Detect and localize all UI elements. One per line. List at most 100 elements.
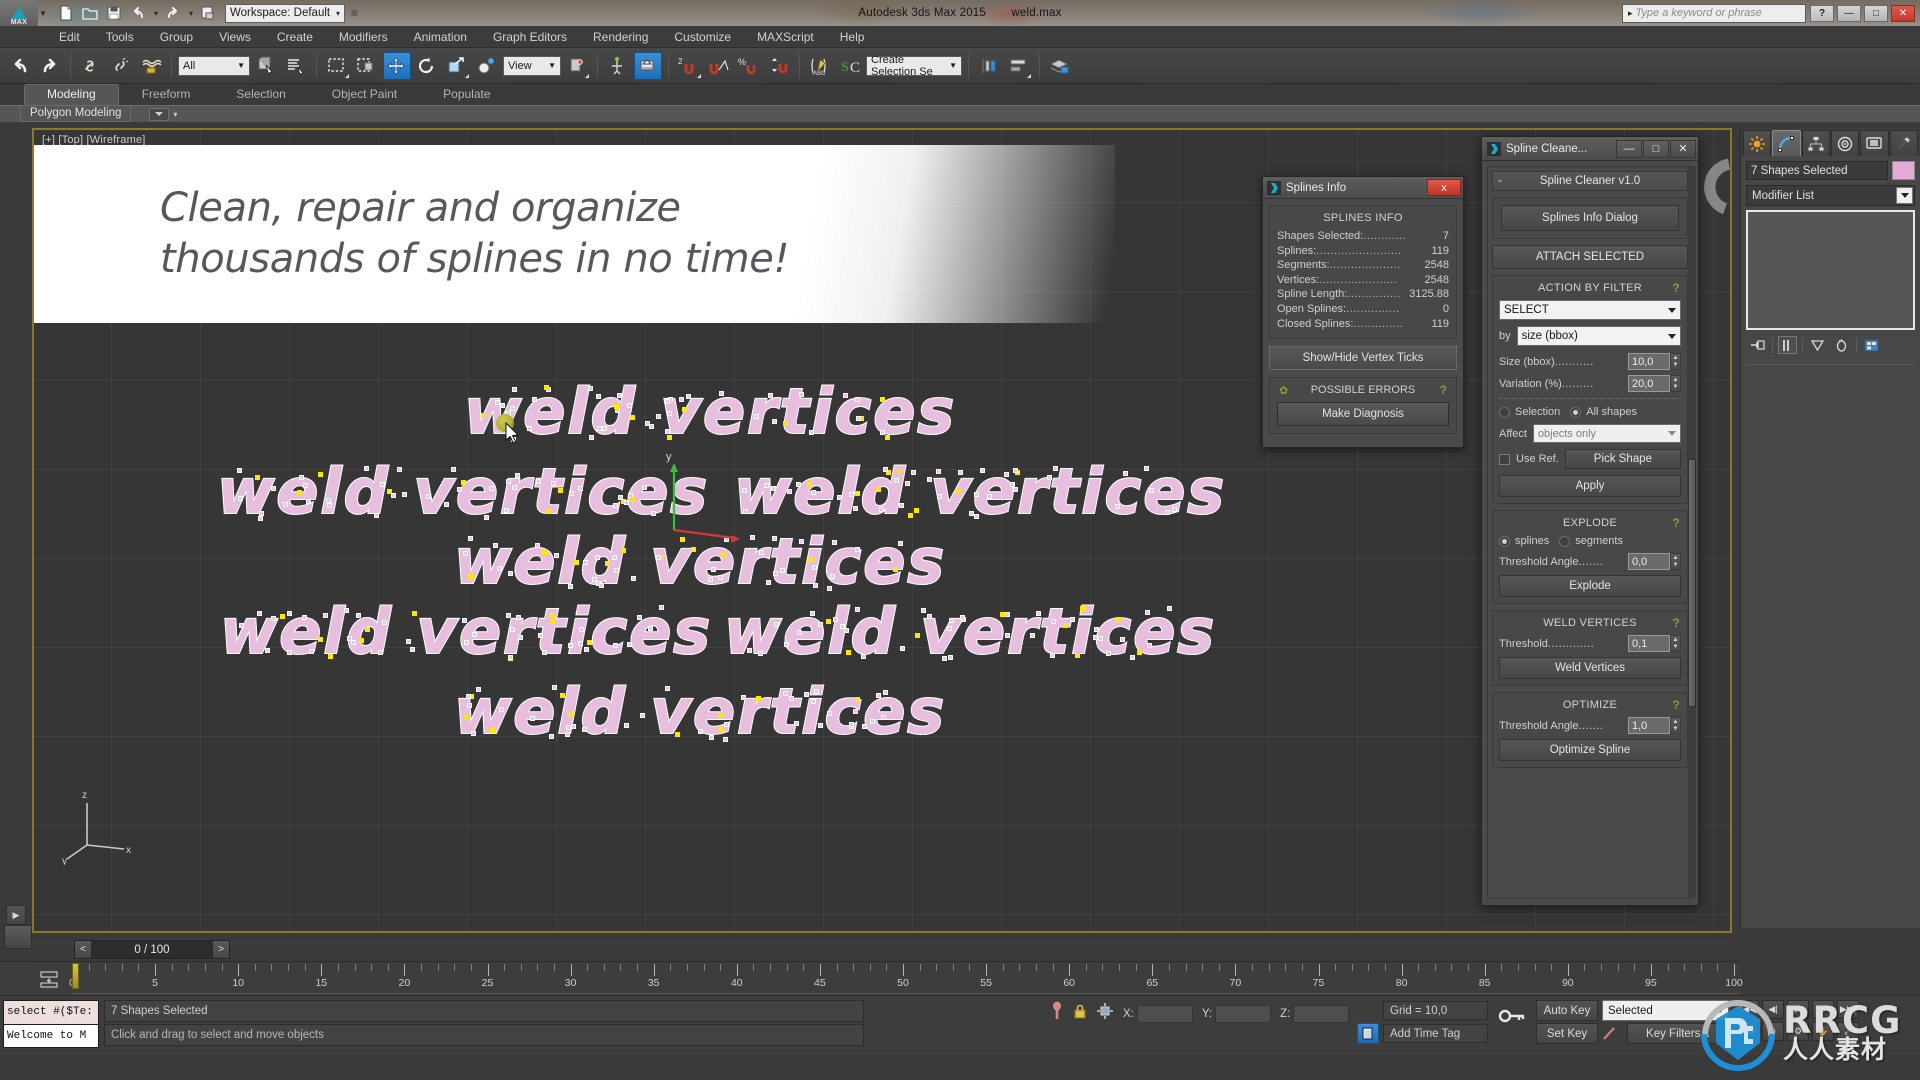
vertex-tick[interactable] (926, 614, 932, 620)
vertex-tick[interactable] (514, 473, 520, 478)
vertex-tick[interactable] (535, 542, 541, 548)
vertex-tick[interactable] (879, 429, 885, 435)
edit-named-selection-sets-icon[interactable]: ABC (806, 52, 834, 80)
spline-text-row-7[interactable]: weld vertices (453, 674, 946, 749)
vertex-tick[interactable] (882, 466, 888, 472)
vertex-tick[interactable] (1144, 466, 1149, 471)
vertex-tick[interactable] (771, 418, 777, 424)
play-animation-button[interactable]: ▶ (1787, 1000, 1809, 1019)
selected-vertex-tick[interactable] (620, 548, 626, 554)
vertex-tick[interactable] (974, 514, 980, 520)
vertex-tick[interactable] (1049, 652, 1055, 658)
selected-vertex-tick[interactable] (573, 559, 579, 565)
selected-vertex-tick[interactable] (467, 573, 473, 579)
vertex-tick[interactable] (323, 612, 329, 618)
vertex-tick[interactable] (655, 554, 661, 560)
vertex-tick[interactable] (583, 560, 589, 566)
ribbon-overflow-chevron-icon[interactable]: ▾ (173, 110, 177, 119)
bind-to-space-warp-icon[interactable] (137, 52, 165, 80)
selection-filter-chevron-icon[interactable]: ▼ (237, 61, 245, 70)
spline-cleaner-minimize-button[interactable]: — (1616, 139, 1642, 158)
vertex-tick[interactable] (578, 641, 584, 646)
time-configuration-button[interactable]: ⚙ (1787, 1022, 1809, 1041)
vertex-tick[interactable] (1166, 605, 1172, 611)
vertex-tick[interactable] (710, 566, 716, 572)
unlink-selection-icon[interactable] (107, 52, 135, 80)
selected-vertex-tick[interactable] (908, 512, 914, 518)
make-diagnosis-button[interactable]: Make Diagnosis (1277, 402, 1449, 427)
new-file-icon[interactable] (57, 4, 75, 22)
explode-threshold-spinner-buttons[interactable]: ▲ ▼ (1670, 553, 1681, 570)
variation-spinner[interactable]: 20,0 ▲ ▼ (1628, 375, 1681, 392)
size-bbox-spinner[interactable]: 10,0 ▲ ▼ (1628, 353, 1681, 370)
selected-vertex-tick[interactable] (545, 509, 551, 515)
utilities-tab[interactable] (1889, 130, 1918, 156)
selected-vertex-tick[interactable] (544, 385, 550, 391)
vertex-tick[interactable] (466, 693, 472, 699)
vertex-tick[interactable] (832, 539, 838, 545)
spline-text-row-5[interactable]: weld vertices (219, 594, 712, 669)
vertex-tick[interactable] (794, 721, 800, 727)
vertex-tick[interactable] (679, 397, 685, 403)
vertex-tick[interactable] (813, 583, 819, 589)
vertex-tick[interactable] (658, 605, 664, 611)
vertex-tick[interactable] (536, 479, 542, 485)
weld-threshold-value[interactable]: 0,1 (1628, 635, 1670, 652)
selected-vertex-tick[interactable] (461, 479, 467, 485)
vertex-tick[interactable] (843, 392, 849, 398)
vertex-tick[interactable] (862, 724, 868, 730)
vertex-tick[interactable] (771, 485, 777, 491)
vertex-tick[interactable] (765, 580, 771, 586)
selected-vertex-tick[interactable] (542, 550, 548, 556)
vertex-tick[interactable] (1145, 609, 1151, 615)
vertex-tick[interactable] (795, 481, 801, 487)
track-bar[interactable]: 0510152025303540455055606570758085909510… (0, 961, 1743, 995)
vertex-tick[interactable] (553, 552, 559, 558)
selected-vertex-tick[interactable] (915, 633, 921, 639)
vertex-tick[interactable] (541, 650, 547, 656)
time-slider-frame-box[interactable]: < 0 / 100 > (74, 940, 230, 959)
vertex-tick[interactable] (1172, 507, 1178, 513)
splines-info-dialog-button[interactable]: Splines Info Dialog (1501, 205, 1679, 231)
vertex-tick[interactable] (506, 478, 512, 484)
key-mode-chevron-icon[interactable] (1716, 1008, 1724, 1013)
absolute-relative-transform-icon[interactable] (1096, 1002, 1114, 1025)
vertex-tick[interactable] (305, 499, 311, 505)
selected-vertex-tick[interactable] (876, 487, 882, 493)
vertex-tick[interactable] (1148, 488, 1154, 494)
menu-item-create[interactable]: Create (264, 26, 326, 48)
vertex-tick[interactable] (1146, 643, 1152, 649)
vertex-tick[interactable] (496, 566, 502, 572)
vertex-tick[interactable] (504, 508, 510, 514)
vertex-tick[interactable] (900, 645, 906, 651)
weld-vertices-button[interactable]: Weld Vertices (1499, 657, 1681, 679)
vertex-tick[interactable] (942, 655, 948, 661)
key-mode-nav-button[interactable]: |◀▶ (1737, 1022, 1759, 1041)
vertex-tick[interactable] (500, 403, 506, 409)
pin-stack-icon[interactable] (1748, 336, 1767, 354)
vertex-tick[interactable] (905, 480, 911, 486)
vertex-tick[interactable] (1092, 634, 1098, 640)
modifier-stack[interactable] (1746, 210, 1915, 330)
current-frame-display[interactable]: 0 / 100 (91, 941, 213, 958)
vertex-tick[interactable] (1094, 626, 1100, 632)
selected-vertex-tick[interactable] (587, 639, 593, 645)
vertex-tick[interactable] (380, 481, 386, 487)
vertex-tick[interactable] (836, 495, 842, 501)
modify-tab[interactable] (1772, 130, 1801, 156)
vertex-tick[interactable] (530, 716, 536, 722)
vertex-tick[interactable] (758, 550, 764, 556)
workspace-menu-icon[interactable]: ≡ (351, 6, 358, 20)
vertex-tick[interactable] (612, 555, 618, 561)
vertex-tick[interactable] (645, 420, 651, 426)
selected-vertex-tick[interactable] (317, 471, 323, 477)
window-crossing-toggle-icon[interactable] (353, 52, 381, 80)
vertex-tick[interactable] (893, 477, 899, 483)
vertex-tick[interactable] (552, 685, 558, 691)
vertex-tick[interactable] (566, 725, 572, 731)
maxscript-listener-line-1[interactable]: select #($Te: (4, 1001, 98, 1024)
vertex-tick[interactable] (527, 426, 533, 432)
vertex-tick[interactable] (425, 493, 431, 499)
workspace-chevron-icon[interactable]: ▾ (336, 9, 340, 18)
vertex-tick[interactable] (979, 467, 985, 473)
